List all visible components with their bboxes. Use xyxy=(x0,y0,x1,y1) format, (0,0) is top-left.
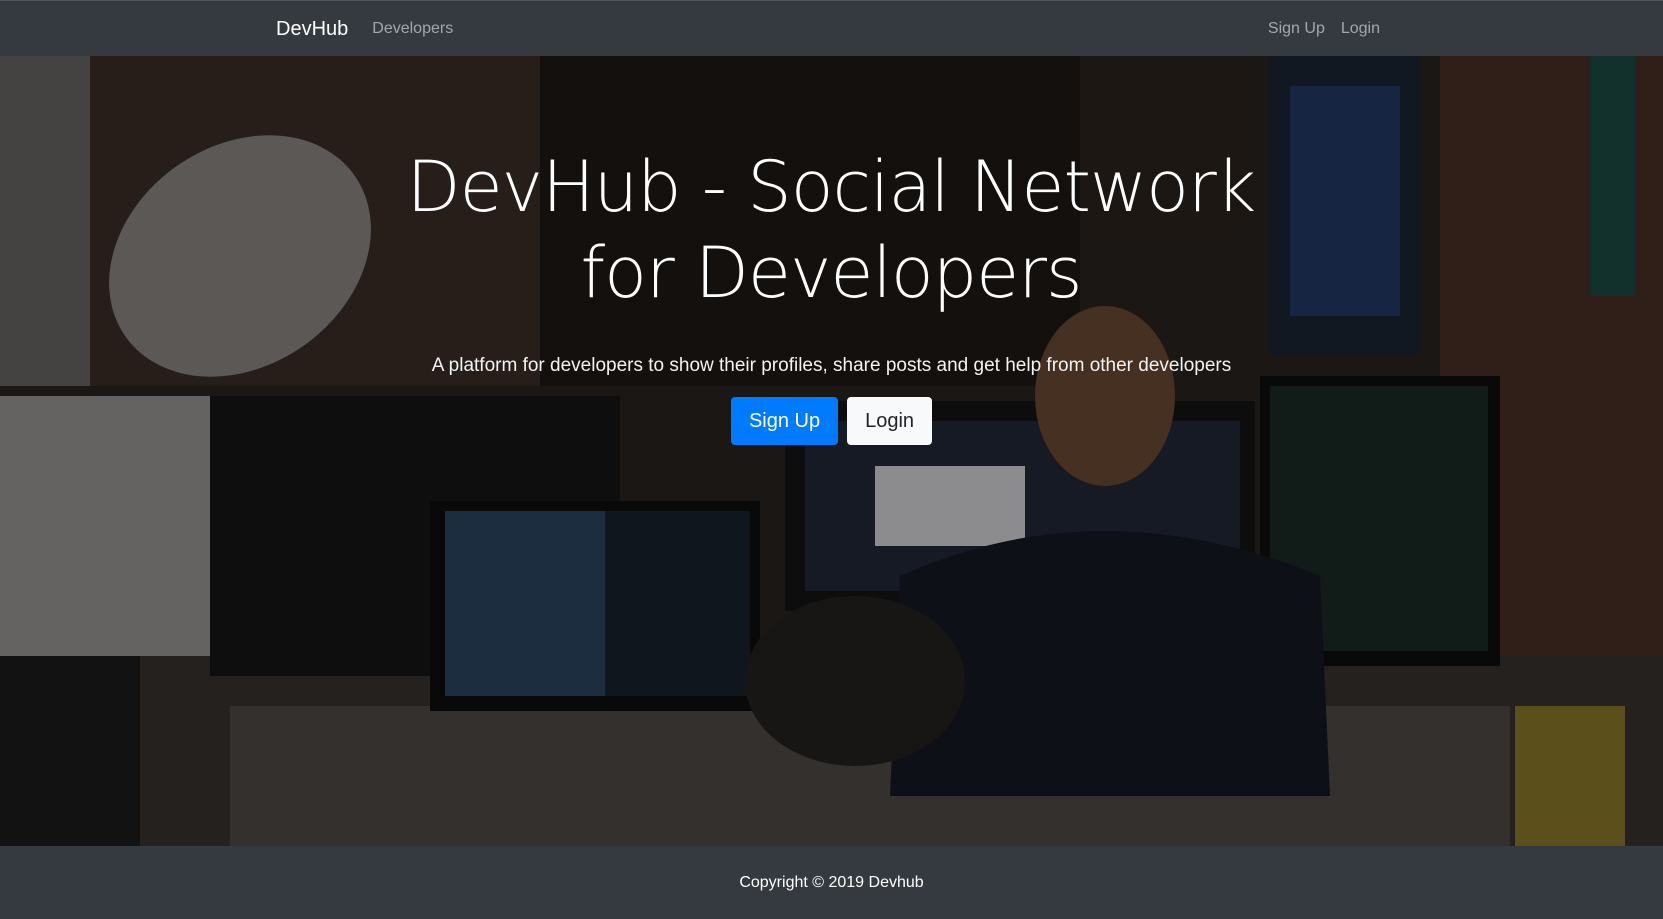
sign-up-button[interactable]: Sign Up xyxy=(730,397,839,445)
navbar-container: DevHub Developers Sign Up Login xyxy=(276,1,1380,57)
navbar-left: DevHub Developers xyxy=(276,18,453,41)
nav-link-developers[interactable]: Developers xyxy=(372,20,453,38)
navbar: DevHub Developers Sign Up Login xyxy=(0,0,1663,56)
hero-title: DevHub - Social Network for Developers xyxy=(406,146,1257,314)
hero-lead: A platform for developers to show their … xyxy=(431,355,1232,376)
login-button[interactable]: Login xyxy=(847,397,933,445)
nav-link-login[interactable]: Login xyxy=(1341,20,1380,38)
brand-link[interactable]: DevHub xyxy=(276,18,348,41)
footer-copyright: Copyright © 2019 Devhub xyxy=(739,874,924,891)
footer: Copyright © 2019 Devhub xyxy=(0,846,1663,919)
navbar-right: Sign Up Login xyxy=(1252,20,1380,38)
hero-button-row: Sign Up Login xyxy=(0,397,1663,445)
hero-section: DevHub - Social Network for Developers A… xyxy=(0,56,1663,846)
nav-link-sign-up[interactable]: Sign Up xyxy=(1268,20,1325,38)
